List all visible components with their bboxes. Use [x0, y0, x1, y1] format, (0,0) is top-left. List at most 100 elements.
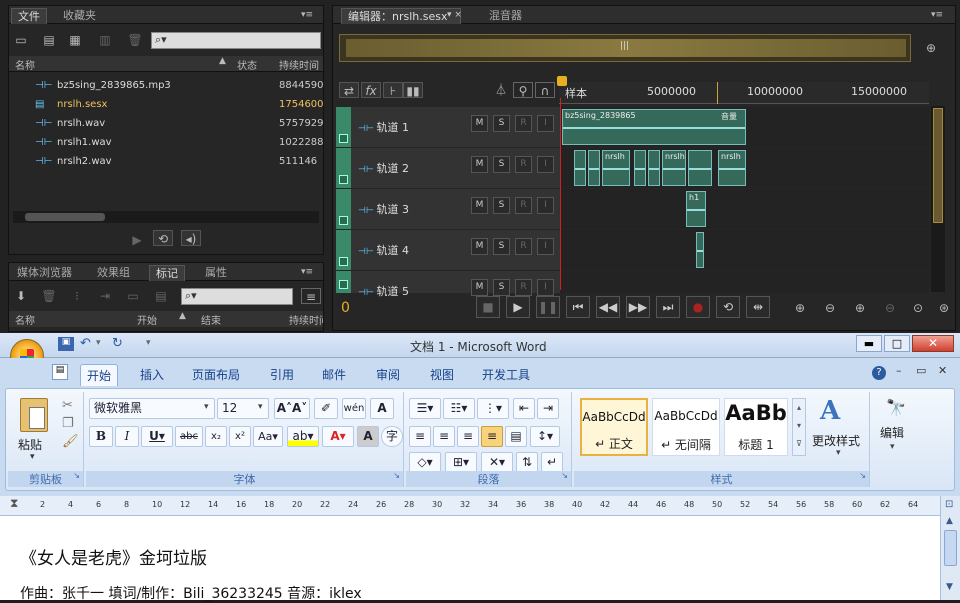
- justify-button[interactable]: ≡: [481, 426, 503, 447]
- play-icon[interactable]: ▶: [127, 232, 147, 248]
- solo-button[interactable]: S: [493, 279, 510, 296]
- track-header[interactable]: ⊣⊢ 轨道 4 MSRI: [336, 230, 560, 270]
- arm-record-button[interactable]: R: [515, 238, 532, 255]
- track-select-box[interactable]: [339, 134, 348, 143]
- col-duration[interactable]: 持续时间: [279, 57, 323, 72]
- distributed-button[interactable]: ▤: [505, 426, 527, 447]
- monitor-input-button[interactable]: I: [537, 115, 554, 132]
- rewind-button[interactable]: ◀◀: [596, 296, 620, 318]
- metronome-icon[interactable]: ⏃: [491, 82, 511, 98]
- doc-credits-line[interactable]: 作曲：张千一 填词/制作：Bili_36233245 音源：iklex: [20, 583, 362, 603]
- grow-font-button[interactable]: A˄A˅: [274, 398, 310, 419]
- zoom-in-time-icon[interactable]: ⊕: [850, 300, 870, 316]
- doc-title-line[interactable]: 《女人是老虎》金坷垃版: [20, 544, 207, 569]
- save-icon[interactable]: ▣: [58, 337, 74, 351]
- track-color-tab[interactable]: [336, 148, 351, 188]
- underline-button[interactable]: U▾: [141, 426, 173, 447]
- paste-icon[interactable]: [20, 398, 48, 432]
- audio-clip[interactable]: [574, 150, 586, 186]
- numbering-button[interactable]: ☷▾: [443, 398, 475, 419]
- chevron-down-icon[interactable]: ▾: [96, 338, 101, 348]
- track-name[interactable]: ⊣⊢ 轨道 1: [358, 119, 409, 135]
- tab-review[interactable]: 审阅: [370, 364, 406, 386]
- sort-icon[interactable]: ⇅: [516, 452, 538, 473]
- file-row[interactable]: ⊣⊢ bz5sing_2839865.mp3 8844590: [9, 76, 324, 95]
- insert-icon[interactable]: ⇥: [95, 288, 115, 304]
- stop-button[interactable]: ■: [476, 296, 500, 318]
- tab-media-browser[interactable]: 媒体浏览器: [11, 265, 78, 281]
- change-case-button[interactable]: Aa▾: [253, 426, 283, 447]
- style-heading-1[interactable]: AaBb 标题 1: [724, 398, 788, 456]
- zoom-in-amplitude-icon[interactable]: ⊕: [790, 300, 810, 316]
- align-left-button[interactable]: ≡: [409, 426, 431, 447]
- clear-format-icon[interactable]: ✐: [314, 398, 338, 419]
- col-start[interactable]: 开始: [137, 312, 157, 327]
- col-duration[interactable]: 持续时间: [289, 312, 323, 327]
- italic-button[interactable]: I: [115, 426, 139, 447]
- audio-clip[interactable]: nrslh: [662, 150, 686, 186]
- enclose-char-icon[interactable]: 字: [381, 426, 403, 447]
- minimize-button[interactable]: ▬: [856, 335, 882, 352]
- swap-icon[interactable]: ⇄: [339, 82, 359, 98]
- style-normal[interactable]: AaBbCcDd ↵ 正文: [580, 398, 648, 456]
- binoculars-icon[interactable]: 🔭: [886, 398, 906, 417]
- ribbon-minimize-button[interactable]: –: [896, 364, 902, 377]
- arm-record-button[interactable]: R: [515, 156, 532, 173]
- font-color-button[interactable]: A▾: [322, 426, 354, 447]
- shading-button[interactable]: ◇▾: [409, 452, 441, 473]
- file-row[interactable]: ⊣⊢ nrslh1.wav 1022288: [9, 133, 324, 152]
- audio-clip[interactable]: [588, 150, 600, 186]
- track-header[interactable]: ⊣⊢ 轨道 1 MSRI: [336, 107, 560, 147]
- bold-button[interactable]: B: [89, 426, 113, 447]
- solo-button[interactable]: S: [493, 238, 510, 255]
- scroll-down-icon[interactable]: ▼: [946, 582, 953, 592]
- chevron-down-icon[interactable]: ▾: [836, 448, 841, 458]
- horizontal-ruler[interactable]: ⧗ 2 4 6 8 10 12 14 16 18 20 22 24 26 28 30 32 34 36 38 40 42…: [0, 496, 940, 516]
- solo-button[interactable]: S: [493, 156, 510, 173]
- audio-clip[interactable]: [648, 150, 660, 186]
- track-color-tab[interactable]: [336, 230, 351, 270]
- track-name[interactable]: ⊣⊢ 轨道 5: [358, 283, 409, 299]
- redo-icon[interactable]: ↻: [112, 336, 123, 351]
- track-color-tab[interactable]: [336, 107, 351, 147]
- solo-button[interactable]: S: [493, 115, 510, 132]
- go-to-start-button[interactable]: ⏮: [566, 296, 590, 318]
- track-name[interactable]: ⊣⊢ 轨道 3: [358, 201, 409, 217]
- subscript-button[interactable]: x₂: [205, 426, 227, 447]
- file-row[interactable]: ⊣⊢ nrslh.wav 5757929: [9, 114, 324, 133]
- record-button[interactable]: ●: [686, 296, 710, 318]
- close-button[interactable]: ✕: [912, 335, 954, 352]
- audio-clip[interactable]: [696, 232, 704, 268]
- chevron-down-icon[interactable]: ▾: [890, 442, 895, 452]
- tab-page-layout[interactable]: 页面布局: [186, 364, 246, 386]
- ribbon-close-button[interactable]: ✕: [938, 364, 947, 377]
- track-name[interactable]: ⊣⊢ 轨道 2: [358, 160, 409, 176]
- char-shading-icon[interactable]: A: [357, 426, 379, 447]
- tracks-vscrollbar[interactable]: [931, 106, 945, 292]
- scroll-thumb[interactable]: [944, 530, 957, 566]
- track-name[interactable]: ⊣⊢ 轨道 4: [358, 242, 409, 258]
- mute-button[interactable]: M: [471, 279, 488, 296]
- overview-handle[interactable]: |||: [620, 41, 629, 51]
- panel-menu-icon[interactable]: ▾≡: [297, 264, 317, 280]
- scroll-thumb[interactable]: [933, 108, 943, 223]
- mute-button[interactable]: M: [471, 156, 488, 173]
- col-status[interactable]: 状态: [237, 57, 257, 72]
- new-file-icon[interactable]: ▦: [65, 32, 85, 48]
- tab-references[interactable]: 引用: [264, 364, 300, 386]
- help-icon[interactable]: ?: [872, 366, 886, 380]
- playhead-handle[interactable]: [557, 76, 567, 86]
- ruler-toggle-icon[interactable]: ⊡: [945, 499, 953, 510]
- cut-icon[interactable]: ✂: [62, 398, 73, 413]
- tab-properties[interactable]: 属性: [199, 265, 233, 281]
- zoom-full-icon[interactable]: ⊙: [908, 300, 928, 316]
- audio-clip[interactable]: nrslh: [718, 150, 746, 186]
- file-row[interactable]: ▤ nrslh.sesx 1754600: [9, 95, 324, 114]
- phonetic-guide-icon[interactable]: wén: [342, 398, 366, 419]
- chevron-down-icon[interactable]: ▾: [204, 402, 209, 412]
- document-vscrollbar[interactable]: ⊡ ▲ ▼: [940, 496, 960, 600]
- playlist-icon[interactable]: ▤: [151, 288, 171, 304]
- document-page[interactable]: 《女人是老虎》金坷垃版 作曲：张千一 填词/制作：Bili_36233245 音…: [0, 516, 940, 603]
- audio-clip[interactable]: [688, 150, 712, 186]
- superscript-button[interactable]: x²: [229, 426, 251, 447]
